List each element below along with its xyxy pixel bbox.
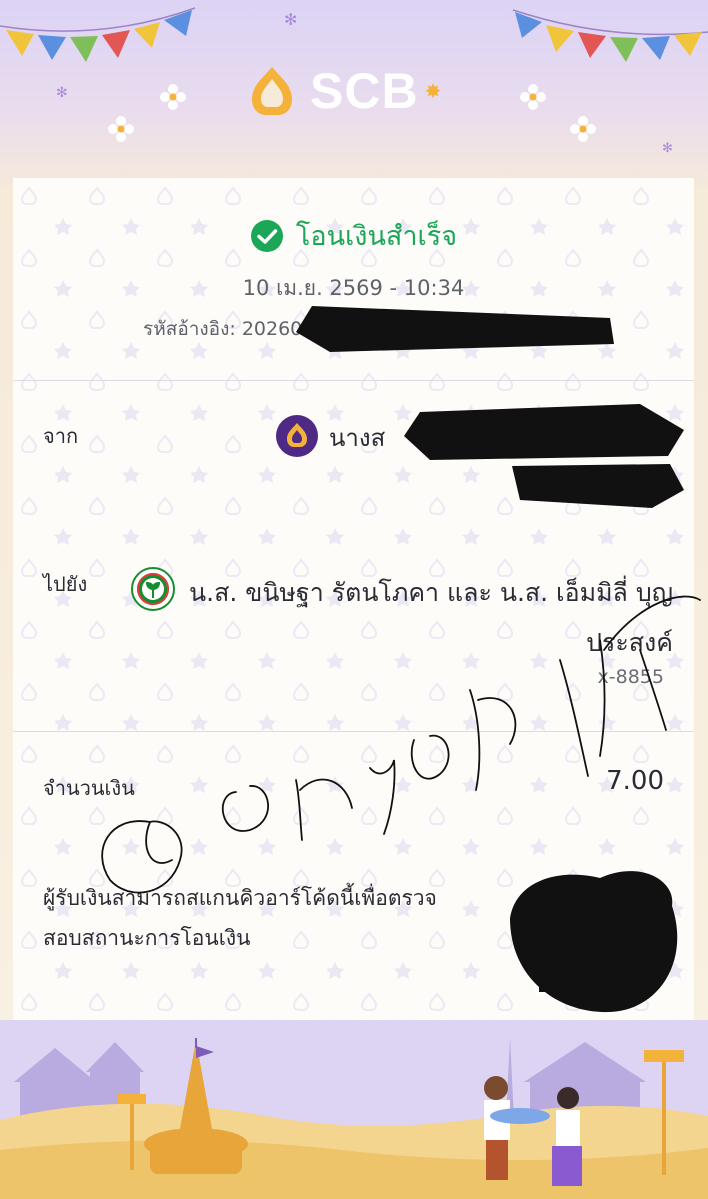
scb-logo: SCB ✸ [244, 62, 441, 120]
sparkle-icon: ✻ [284, 10, 298, 29]
scb-logo-icon [252, 67, 292, 115]
amount-value: 7.00 [606, 766, 664, 796]
reference-number: รหัสอ้างอิง: 20260 [143, 318, 303, 340]
divider [13, 731, 694, 732]
sparkle-icon: ✻ [662, 141, 673, 156]
recipient-name: น.ส. ขนิษฐา รัตนโภคา และ น.ส. เอ็มมิลี่ … [189, 578, 673, 657]
amount-label: จำนวนเงิน [43, 776, 135, 800]
scb-bank-icon [276, 415, 318, 457]
receipt-card: โอนเงินสำเร็จ 10 เม.ย. 2569 - 10:34 รหัส… [13, 178, 694, 1018]
recipient-account: x-8855 [597, 666, 664, 688]
divider [13, 380, 694, 381]
qr-code[interactable] [535, 878, 649, 996]
status-text: โอนเงินสำเร็จ [295, 221, 458, 252]
transaction-datetime: 10 เม.ย. 2569 - 10:34 [242, 276, 465, 300]
flower-icon [160, 84, 186, 110]
status-row: โอนเงินสำเร็จ [13, 214, 694, 257]
sparkle-icon: ✸ [424, 79, 442, 103]
kbank-bank-icon [131, 567, 175, 611]
to-label: ไปยัง [43, 572, 88, 596]
check-circle-icon [250, 219, 283, 252]
flower-icon [520, 84, 546, 110]
flower-icon [570, 116, 596, 142]
sparkle-icon: ✻ [56, 85, 68, 101]
flower-icon [108, 116, 134, 142]
from-label: จาก [43, 424, 79, 448]
brand-name: SCB [310, 63, 419, 119]
sender-name: นางส [329, 424, 386, 452]
songkran-scene-illustration [0, 1020, 708, 1199]
qr-verification-note: ผู้รับเงินสามารถสแกนคิวอาร์โค้ดนี้เพื่อต… [43, 886, 437, 950]
